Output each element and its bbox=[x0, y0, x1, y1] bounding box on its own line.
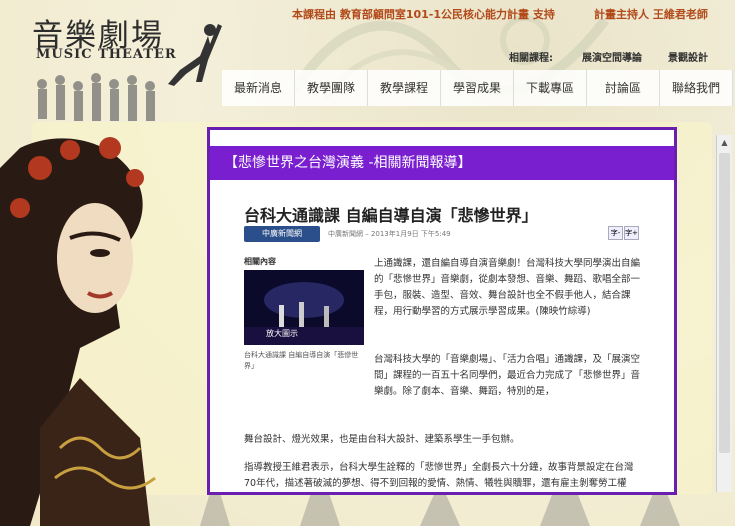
article-meta: 中廣新聞網 – 2013年1月9日 下午5:49 bbox=[328, 230, 451, 238]
nav-item-contact[interactable]: 聯絡我們 bbox=[660, 70, 733, 106]
scroll-up-arrow-icon[interactable]: ▲ bbox=[717, 135, 732, 151]
dancer-silhouette-icon bbox=[168, 24, 222, 86]
related-photo[interactable]: 放大圖示 bbox=[244, 270, 364, 345]
related-content-label: 相關內容 bbox=[244, 257, 276, 266]
news-panel: 【悲慘世界之台灣演義 -相關新聞報導】 台科大通識課 自編自導自演「悲慘世界」 … bbox=[207, 127, 677, 495]
nav-item-results[interactable]: 學習成果 bbox=[441, 70, 514, 106]
nav-item-team[interactable]: 教學團隊 bbox=[295, 70, 368, 106]
news-source-logo[interactable]: 中廣新聞網 bbox=[244, 226, 320, 242]
article-paragraph-3: 舞台設計、燈光效果，也是由台科大設計、建築系學生一手包辦。 bbox=[244, 434, 520, 445]
project-host-notice: 計畫主持人 王維君老師 bbox=[594, 8, 708, 21]
nav-item-forum[interactable]: 討論區 bbox=[587, 70, 660, 106]
course-support-notice: 本課程由 教育部顧問室101-1公民核心能力計畫 支持 bbox=[292, 8, 555, 21]
article-title: 台科大通識課 自編自導自演「悲慘世界」 bbox=[244, 206, 538, 225]
news-article: 台科大通識課 自編自導自演「悲慘世界」 中廣新聞網 中廣新聞網 – 2013年1… bbox=[232, 192, 652, 492]
nav-item-courses[interactable]: 教學課程 bbox=[368, 70, 441, 106]
font-decrease-button[interactable]: 字- bbox=[608, 226, 623, 240]
stage-photo-image bbox=[244, 270, 364, 345]
article-paragraph-4: 指導教授王維君表示，台科大學生詮釋的「悲慘世界」全劇長六十分鐘，故事背景設定在台… bbox=[244, 462, 634, 489]
article-paragraph-1: 上通識課，還自編自導自演音樂劇！台灣科技大學同學演出自編的「悲慘世界」音樂劇，從… bbox=[374, 258, 641, 317]
related-courses-label: 相關課程: bbox=[509, 53, 553, 64]
panel-heading: 【悲慘世界之台灣演義 -相關新聞報導】 bbox=[210, 146, 674, 180]
related-course-link-exhibition[interactable]: 展演空間導論 bbox=[582, 49, 642, 64]
photo-enlarge-label[interactable]: 放大圖示 bbox=[266, 328, 298, 339]
font-increase-button[interactable]: 字+ bbox=[624, 226, 639, 240]
nav-item-downloads[interactable]: 下載專區 bbox=[514, 70, 587, 106]
nav-item-news[interactable]: 最新消息 bbox=[222, 70, 295, 106]
related-course-link-landscape[interactable]: 景觀設計 bbox=[668, 49, 708, 64]
main-navigation: 最新消息 教學團隊 教學課程 學習成果 下載專區 討論區 聯絡我們 bbox=[222, 70, 733, 106]
crowd-silhouette-icon bbox=[37, 73, 155, 121]
scroll-thumb[interactable] bbox=[719, 153, 730, 453]
font-size-controls: 字- 字+ bbox=[608, 226, 639, 240]
page-scrollbar[interactable]: ▲ bbox=[716, 135, 732, 492]
photo-caption[interactable]: 台科大通識課 自編自導自演「悲慘世界」 bbox=[244, 350, 364, 372]
article-paragraph-2: 台灣科技大學的「音樂劇場」、「活力合唱」通識課，及「展演空間」課程的一百五十名同… bbox=[374, 354, 641, 397]
site-logo-english[interactable]: MUSIC THEATER bbox=[36, 47, 177, 62]
